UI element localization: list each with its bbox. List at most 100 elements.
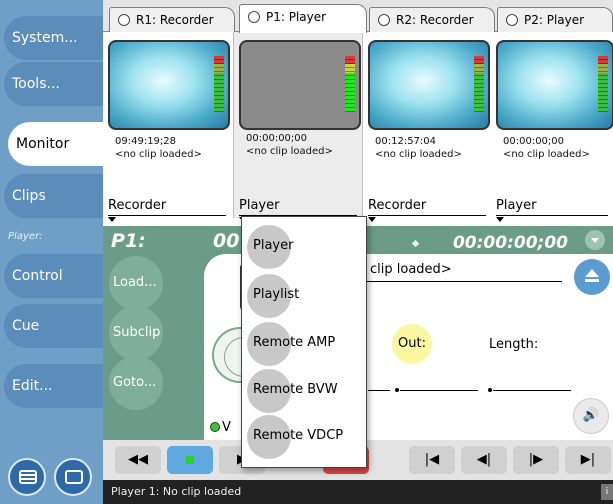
tab-p1-player[interactable]: P1: Player	[239, 4, 367, 33]
monitor-r2[interactable]: 00:12:57:04 <no clip loaded> Recorder	[363, 32, 493, 222]
list-icon	[19, 470, 37, 484]
sidebar-item-system[interactable]: System...	[4, 16, 103, 60]
sidebar-item-clips[interactable]: Clips	[4, 174, 103, 218]
tab-label: R1: Recorder	[136, 13, 214, 27]
menu-item-remote-bvw[interactable]: Remote BVW	[247, 369, 365, 413]
monitor-clip: <no clip loaded>	[375, 149, 462, 160]
mode-label: Player	[239, 198, 280, 213]
sidebar-item-control[interactable]: Control	[4, 254, 103, 298]
audio-meter	[474, 56, 484, 112]
audio-meter	[214, 56, 224, 112]
menu-item-label: Player	[253, 238, 294, 253]
mode-dropdown-menu: Player Playlist Remote AMP Remote BVW Re…	[241, 216, 367, 468]
monitor-clip: <no clip loaded>	[503, 149, 590, 160]
radio-icon	[506, 14, 518, 26]
menu-item-remote-vdcp[interactable]: Remote VDCP	[247, 415, 365, 459]
tab-label: P2: Player	[524, 13, 585, 27]
audio-meter	[598, 56, 608, 112]
video-thumbnail	[239, 40, 361, 130]
length-label: Length:	[489, 337, 539, 352]
monitor-strip: 09:49:19;28 <no clip loaded> Recorder 00…	[103, 32, 613, 222]
goto-start-button[interactable]: |◀	[409, 446, 455, 474]
mode-label: Recorder	[108, 198, 167, 213]
scrub-marker[interactable]	[395, 388, 399, 392]
menu-item-label: Playlist	[253, 287, 300, 302]
step-forward-button[interactable]: |▶	[513, 446, 559, 474]
goto-end-button[interactable]: ▶|	[565, 446, 611, 474]
stop-button[interactable]	[167, 446, 213, 474]
mode-label: Recorder	[368, 198, 427, 213]
collapse-chevron-icon[interactable]	[585, 230, 605, 250]
menu-item-player[interactable]: Player	[247, 225, 365, 269]
monitor-mode-select[interactable]: Recorder	[368, 198, 486, 222]
rewind-button[interactable]: ◀◀	[115, 446, 161, 474]
sidebar-section-label: Player:	[8, 231, 43, 242]
tab-p2-player[interactable]: P2: Player	[497, 7, 613, 32]
scrub-line	[368, 390, 390, 391]
radio-icon	[248, 11, 260, 23]
video-thumbnail	[108, 40, 230, 130]
monitor-clip: <no clip loaded>	[115, 149, 202, 160]
status-text: Player 1: No clip loaded	[111, 485, 242, 498]
player-title-timecode: 00	[213, 230, 240, 252]
out-point-button[interactable]: Out:	[392, 324, 432, 364]
sidebar-item-monitor[interactable]: Monitor	[8, 122, 103, 166]
menu-item-playlist[interactable]: Playlist	[247, 274, 365, 318]
clip-name-underline	[366, 281, 562, 282]
monitor-p1[interactable]: 00:00:00;00 <no clip loaded> Player	[233, 32, 363, 222]
video-thumbnail	[368, 40, 490, 130]
dropdown-arrow-icon	[496, 217, 504, 222]
video-indicator-label: V	[222, 420, 231, 435]
monitor-mode-select[interactable]: Recorder	[108, 198, 226, 222]
monitor-timecode: 00:12:57:04	[375, 136, 437, 147]
monitor-timecode: 00:00:00;00	[503, 136, 565, 147]
status-bar: Player 1: No clip loaded i	[103, 480, 613, 504]
timecode-marker-icon	[411, 239, 420, 248]
tab-label: R2: Recorder	[396, 13, 474, 27]
monitor-r1[interactable]: 09:49:19;28 <no clip loaded> Recorder	[103, 32, 233, 222]
video-indicator: V	[210, 420, 231, 435]
menu-item-label: Remote AMP	[253, 335, 336, 350]
tab-label: P1: Player	[266, 10, 327, 24]
monitor-mode-select[interactable]: Player	[496, 198, 608, 222]
radio-icon	[378, 14, 390, 26]
scrub-line	[400, 390, 478, 391]
player-timecode: 00:00:00;00	[452, 233, 568, 253]
step-back-button[interactable]: ◀|	[461, 446, 507, 474]
player-title: P1:	[111, 230, 146, 252]
window-view-button[interactable]	[54, 458, 92, 496]
eject-button[interactable]	[574, 259, 610, 295]
video-thumbnail	[496, 40, 613, 130]
clip-name: clip loaded>	[370, 262, 452, 277]
volume-button[interactable]: 🔊	[573, 398, 609, 434]
sidebar-item-edit[interactable]: Edit...	[4, 364, 103, 408]
monitor-mode-select[interactable]: Player	[239, 198, 357, 222]
status-led-icon	[210, 422, 220, 432]
monitor-p2[interactable]: 00:00:00;00 <no clip loaded> Player	[491, 32, 613, 222]
tab-r2-recorder[interactable]: R2: Recorder	[369, 7, 495, 32]
menu-item-label: Remote BVW	[253, 382, 338, 397]
window-icon	[65, 470, 83, 484]
sidebar-item-tools[interactable]: Tools...	[4, 62, 103, 106]
dropdown-arrow-icon	[108, 217, 116, 222]
monitor-clip: <no clip loaded>	[246, 146, 333, 157]
speaker-icon: 🔊	[582, 408, 600, 423]
goto-button[interactable]: Goto...	[109, 356, 163, 410]
scrub-line	[493, 390, 571, 391]
load-button[interactable]: Load...	[109, 256, 163, 310]
list-view-button[interactable]	[8, 458, 46, 496]
menu-item-remote-amp[interactable]: Remote AMP	[247, 322, 365, 366]
mode-label: Player	[496, 198, 537, 213]
info-button[interactable]: i	[601, 484, 613, 500]
subclip-button[interactable]: Subclip	[109, 306, 163, 360]
radio-icon	[118, 14, 130, 26]
sidebar-item-cue[interactable]: Cue	[4, 304, 103, 348]
channel-tabbar: R1: Recorder P1: Player R2: Recorder P2:…	[103, 0, 613, 33]
audio-meter	[345, 56, 355, 112]
monitor-timecode: 00:00:00;00	[246, 133, 308, 144]
scrub-marker[interactable]	[488, 388, 492, 392]
monitor-timecode: 09:49:19;28	[115, 136, 177, 147]
sidebar: System... Tools... Monitor Clips Player:…	[0, 0, 103, 504]
menu-item-label: Remote VDCP	[253, 428, 344, 443]
tab-r1-recorder[interactable]: R1: Recorder	[109, 7, 235, 32]
